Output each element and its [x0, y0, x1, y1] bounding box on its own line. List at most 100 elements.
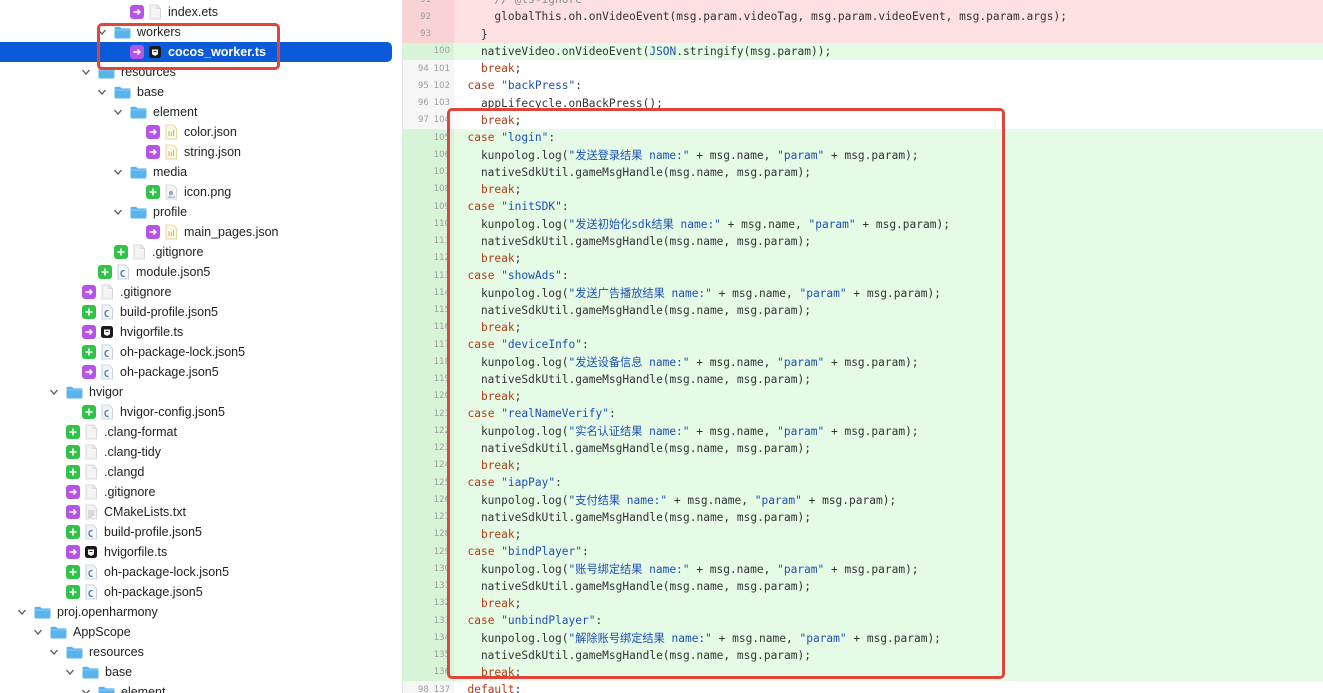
added-code-line[interactable]: 100 nativeVideo.onVideoEvent(JSON.string…	[402, 42, 1323, 60]
added-code-line[interactable]: 107 nativeSdkUtil.gameMsgHandle(msg.name…	[402, 163, 1323, 181]
tree-item[interactable]: .gitignore	[0, 282, 392, 302]
line-numbers: 121	[402, 405, 454, 423]
vcs-added-icon	[146, 185, 160, 199]
added-code-line[interactable]: 112 break;	[402, 249, 1323, 267]
tree-item[interactable]: AppScope	[0, 622, 392, 642]
chevron-down-icon[interactable]	[64, 666, 76, 678]
chevron-down-icon[interactable]	[80, 66, 92, 78]
tree-item[interactable]: main_pages.json	[0, 222, 392, 242]
added-code-line[interactable]: 110 kunpolog.log("发送初始化sdk结果 name:" + ms…	[402, 215, 1323, 233]
tree-item[interactable]: hvigorfile.ts	[0, 322, 392, 342]
tree-item[interactable]: icon.png	[0, 182, 392, 202]
tree-item[interactable]: oh-package.json5	[0, 582, 392, 602]
added-code-line[interactable]: 131 nativeSdkUtil.gameMsgHandle(msg.name…	[402, 577, 1323, 595]
tree-item[interactable]: module.json5	[0, 262, 392, 282]
chevron-down-icon[interactable]	[112, 206, 124, 218]
tree-item[interactable]: cocos_worker.ts	[0, 42, 392, 62]
tree-item[interactable]: resources	[0, 62, 392, 82]
code-text: // @ts-ignore	[454, 0, 582, 6]
added-code-line[interactable]: 125 case "iapPay":	[402, 474, 1323, 492]
tree-item[interactable]: color.json	[0, 122, 392, 142]
added-code-line[interactable]: 124 break;	[402, 456, 1323, 474]
line-numbers: 130	[402, 560, 454, 578]
tree-item[interactable]: .clangd	[0, 462, 392, 482]
tree-item[interactable]: build-profile.json5	[0, 522, 392, 542]
line-numbers: 119	[402, 370, 454, 388]
chevron-down-icon[interactable]	[112, 106, 124, 118]
chevron-down-icon[interactable]	[48, 646, 60, 658]
added-code-line[interactable]: 121 case "realNameVerify":	[402, 405, 1323, 423]
chevron-down-icon[interactable]	[80, 686, 92, 693]
tree-item[interactable]: workers	[0, 22, 392, 42]
added-code-line[interactable]: 106 kunpolog.log("发送登录结果 name:" + msg.na…	[402, 146, 1323, 164]
tree-item[interactable]: hvigor-config.json5	[0, 402, 392, 422]
vcs-added-icon	[66, 445, 80, 459]
added-code-line[interactable]: 130 kunpolog.log("账号绑定结果 name:" + msg.na…	[402, 560, 1323, 578]
tree-item[interactable]: oh-package.json5	[0, 362, 392, 382]
tree-item[interactable]: index.ets	[0, 2, 392, 22]
tree-item[interactable]: oh-package-lock.json5	[0, 562, 392, 582]
added-code-line[interactable]: 113 case "showAds":	[402, 267, 1323, 285]
tree-item[interactable]: hvigorfile.ts	[0, 542, 392, 562]
code-line[interactable]: 95 102 case "backPress":	[402, 77, 1323, 94]
added-code-line[interactable]: 134 kunpolog.log("解除账号绑定结果 name:" + msg.…	[402, 629, 1323, 647]
added-code-line[interactable]: 126 kunpolog.log("支付结果 name:" + msg.name…	[402, 491, 1323, 509]
added-code-line[interactable]: 129 case "bindPlayer":	[402, 543, 1323, 561]
added-code-line[interactable]: 116 break;	[402, 318, 1323, 336]
line-numbers: 128	[402, 525, 454, 543]
code-line[interactable]: 98 137 default:	[402, 681, 1323, 693]
tree-item[interactable]: build-profile.json5	[0, 302, 392, 322]
chevron-down-icon[interactable]	[96, 26, 108, 38]
added-code-line[interactable]: 127 nativeSdkUtil.gameMsgHandle(msg.name…	[402, 508, 1323, 526]
folder-icon	[66, 384, 83, 400]
tree-item[interactable]: base	[0, 82, 392, 102]
added-code-line[interactable]: 115 nativeSdkUtil.gameMsgHandle(msg.name…	[402, 301, 1323, 319]
chevron-down-icon[interactable]	[112, 166, 124, 178]
added-code-line[interactable]: 132 break;	[402, 594, 1323, 612]
added-code-line[interactable]: 117 case "deviceInfo":	[402, 336, 1323, 354]
tree-item[interactable]: proj.openharmony	[0, 602, 392, 622]
tree-item[interactable]: .gitignore	[0, 242, 392, 262]
added-code-line[interactable]: 111 nativeSdkUtil.gameMsgHandle(msg.name…	[402, 232, 1323, 250]
added-code-line[interactable]: 118 kunpolog.log("发送设备信息 name:" + msg.na…	[402, 353, 1323, 371]
tree-item[interactable]: element	[0, 102, 392, 122]
tree-item[interactable]: oh-package-lock.json5	[0, 342, 392, 362]
added-code-line[interactable]: 108 break;	[402, 180, 1323, 198]
added-code-line[interactable]: 135 nativeSdkUtil.gameMsgHandle(msg.name…	[402, 646, 1323, 664]
chevron-down-icon[interactable]	[16, 606, 28, 618]
added-code-line[interactable]: 123 nativeSdkUtil.gameMsgHandle(msg.name…	[402, 439, 1323, 457]
code-line[interactable]: 96 103 appLifecycle.onBackPress();	[402, 95, 1323, 112]
chevron-down-icon[interactable]	[96, 86, 108, 98]
code-line[interactable]: 94 101 break;	[402, 60, 1323, 77]
tree-item[interactable]: resources	[0, 642, 392, 662]
tree-item[interactable]: string.json	[0, 142, 392, 162]
added-code-line[interactable]: 114 kunpolog.log("发送广告播放结果 name:" + msg.…	[402, 284, 1323, 302]
added-code-line[interactable]: 122 kunpolog.log("实名认证结果 name:" + msg.na…	[402, 422, 1323, 440]
code-token: "initSDK"	[501, 200, 562, 214]
tree-item[interactable]: media	[0, 162, 392, 182]
tree-item[interactable]: base	[0, 662, 392, 682]
added-code-line[interactable]: 133 case "unbindPlayer":	[402, 612, 1323, 630]
tree-item[interactable]: hvigor	[0, 382, 392, 402]
added-code-line[interactable]: 119 nativeSdkUtil.gameMsgHandle(msg.name…	[402, 370, 1323, 388]
added-code-line[interactable]: 136 break;	[402, 663, 1323, 681]
added-code-line[interactable]: 105 case "login":	[402, 129, 1323, 147]
new-line-number: 118	[433, 356, 450, 367]
chevron-down-icon[interactable]	[32, 626, 44, 638]
code-line[interactable]: 97 104 break;	[402, 112, 1323, 129]
deleted-code-line[interactable]: 93 }	[402, 25, 1323, 43]
deleted-code-line[interactable]: 91 // @ts-ignore	[402, 0, 1323, 9]
tree-item[interactable]: .gitignore	[0, 482, 392, 502]
tree-item[interactable]: .clang-format	[0, 422, 392, 442]
tree-item-label: element	[153, 105, 198, 119]
chevron-down-icon[interactable]	[48, 386, 60, 398]
deleted-code-line[interactable]: 92 globalThis.oh.onVideoEvent(msg.param.…	[402, 8, 1323, 26]
added-code-line[interactable]: 128 break;	[402, 525, 1323, 543]
added-code-line[interactable]: 109 case "initSDK":	[402, 198, 1323, 216]
tree-item[interactable]: profile	[0, 202, 392, 222]
tree-item[interactable]: element	[0, 682, 392, 693]
tree-item[interactable]: CMakeLists.txt	[0, 502, 392, 522]
added-code-line[interactable]: 120 break;	[402, 387, 1323, 405]
tree-item[interactable]: .clang-tidy	[0, 442, 392, 462]
